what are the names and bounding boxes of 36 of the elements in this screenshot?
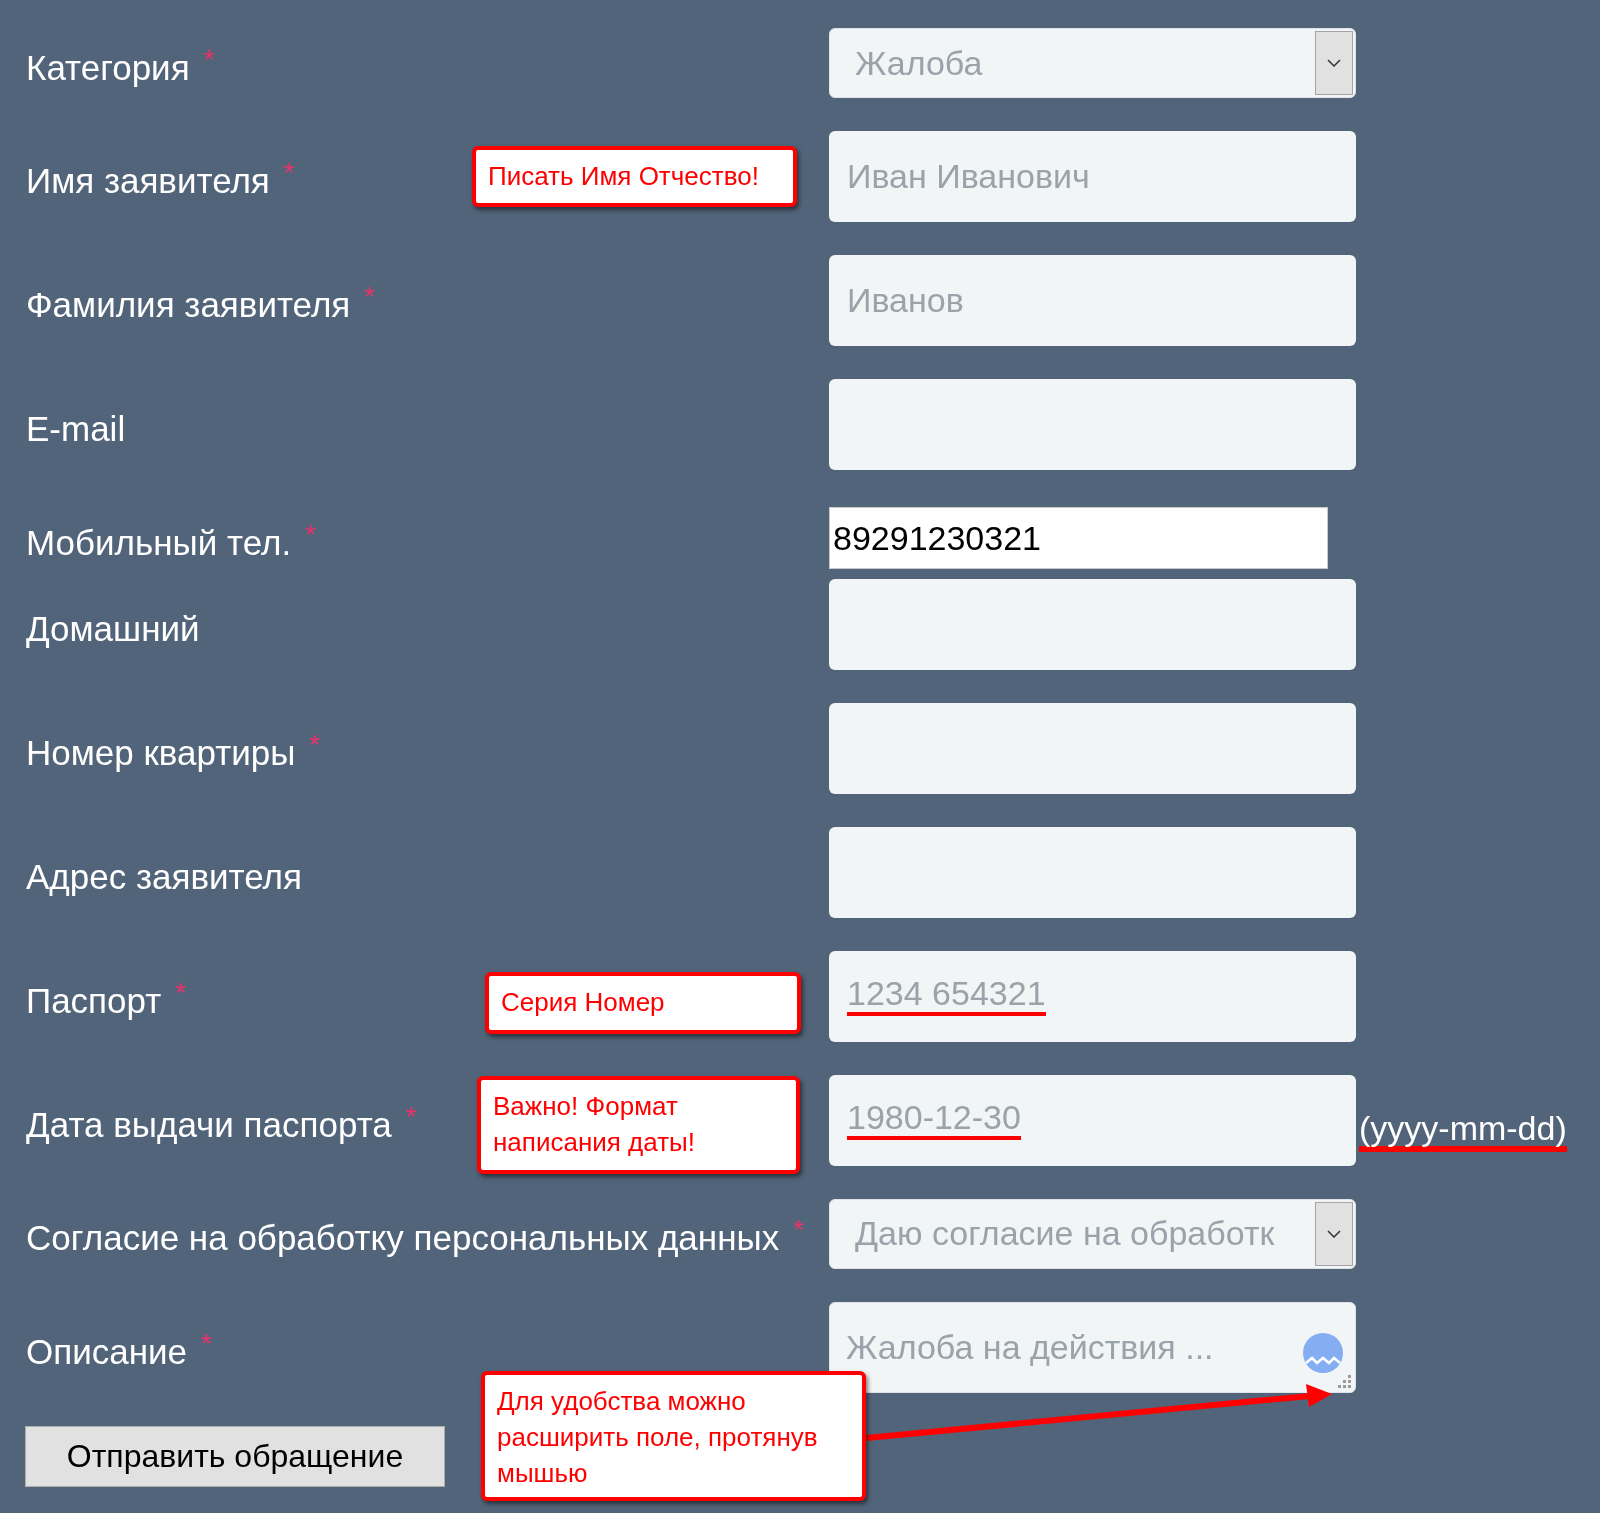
select-dropdown[interactable]: Даю согласие на обработк bbox=[829, 1198, 1356, 1269]
field-label: Дата выдачи паспорта * bbox=[26, 1099, 417, 1146]
format-hint: (yyyy-mm-dd) bbox=[1359, 1110, 1567, 1152]
field-label: Адрес заявителя bbox=[26, 855, 302, 898]
field-label: Согласие на обработку персональных данных * bbox=[26, 1213, 805, 1260]
field-label: E-mail bbox=[26, 408, 126, 451]
resize-grip-icon[interactable] bbox=[1338, 1374, 1352, 1389]
input-field[interactable] bbox=[829, 578, 1356, 670]
field-label: Имя заявителя * bbox=[26, 156, 295, 203]
chevron-down-icon bbox=[1315, 31, 1353, 95]
select-value: Даю согласие на обработк bbox=[855, 1213, 1276, 1254]
field-label: Номер квартиры * bbox=[26, 727, 321, 774]
chevron-down-icon bbox=[1315, 1201, 1353, 1266]
field-label: Категория * bbox=[26, 42, 215, 89]
callout-note: Серия Номер bbox=[485, 971, 801, 1034]
input-field[interactable]: 1234 654321 bbox=[829, 950, 1356, 1042]
circle-icon[interactable] bbox=[1303, 1332, 1343, 1373]
input-field[interactable] bbox=[829, 702, 1356, 794]
select-value: Жалоба bbox=[855, 42, 984, 84]
input-field[interactable] bbox=[829, 826, 1356, 918]
input-field[interactable]: Иванов bbox=[829, 255, 1356, 346]
text-area[interactable]: Жалоба на действия ... bbox=[829, 1301, 1356, 1393]
callout-note: Писать Имя Отчество! bbox=[472, 146, 797, 207]
field-label: Фамилия заявителя * bbox=[26, 280, 376, 327]
select-dropdown[interactable]: Жалоба bbox=[829, 28, 1356, 98]
input-field[interactable] bbox=[829, 379, 1356, 470]
field-label: Домашний bbox=[26, 607, 200, 650]
submit-button[interactable]: Отправить обращение bbox=[25, 1425, 445, 1487]
input-field[interactable]: 89291230321 bbox=[829, 507, 1328, 570]
callout-note: Для удобства можно расширить поле, протянув мышью bbox=[481, 1370, 866, 1501]
field-label: Описание * bbox=[26, 1326, 212, 1373]
callout-note: Важно! Формат написания даты! bbox=[477, 1075, 800, 1174]
field-label: Мобильный тел. * bbox=[26, 518, 317, 564]
field-label: Паспорт * bbox=[26, 975, 187, 1022]
input-field[interactable]: Иван Иванович bbox=[829, 131, 1356, 222]
input-field[interactable]: 1980-12-30 bbox=[829, 1074, 1356, 1166]
